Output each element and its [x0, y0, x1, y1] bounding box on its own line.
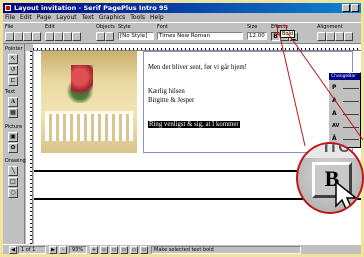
toolbar-group-alignment: Alignment [317, 24, 343, 30]
menu-page[interactable]: Page [37, 13, 52, 22]
toolbar-group-objects: Objects [96, 24, 115, 30]
table-tool-icon[interactable]: ▦ [8, 108, 18, 118]
tools-label-picture: Picture [5, 124, 23, 130]
size-select[interactable]: 12.00 [247, 32, 267, 40]
rotate-tool-icon[interactable]: ↺ [8, 65, 18, 75]
page-indicator: 1 of 1 [18, 246, 46, 254]
text-frame[interactable]: Men det bliver sent, før vi går hjem! Kæ… [143, 51, 353, 153]
menu-tools[interactable]: Tools [130, 13, 145, 22]
maximize-button[interactable] [351, 4, 359, 12]
align-center-button[interactable] [326, 32, 335, 41]
app-window: Layout invitation - Serif PagePlus Intro… [3, 3, 361, 254]
box-tool-icon[interactable]: □ [8, 177, 18, 187]
view-spread-icon[interactable]: ▭ [120, 246, 128, 254]
view-page-icon[interactable]: ▭ [110, 246, 118, 254]
text-line-4-selected: Ring venligst & sig, at I kommer [148, 121, 240, 128]
changebar-slider-2[interactable] [343, 101, 359, 102]
objects-button-1[interactable] [96, 32, 105, 41]
zoom-magnifier: ITC B [296, 142, 364, 214]
window-controls [342, 4, 359, 12]
horizontal-ruler[interactable] [33, 44, 361, 51]
line-tool-icon[interactable]: ╲ [8, 166, 18, 176]
text-line-2: Kærlig hilsen [148, 88, 185, 95]
prev-page-button[interactable]: ◀ [9, 246, 17, 254]
tools-label-text: Text [5, 89, 16, 95]
changebar-row-1: P [332, 84, 337, 91]
text-line-3: Birgitte & Jesper [148, 97, 195, 104]
text-tool-icon[interactable]: A [8, 97, 18, 107]
toolbar-group-style: Style [118, 24, 131, 30]
bold-tooltip: Bold [280, 30, 296, 38]
open-button[interactable] [14, 32, 23, 41]
mouse-pointer-icon [335, 180, 359, 212]
view-master-icon[interactable]: ▭ [140, 246, 148, 254]
changebar-row-2: A [332, 97, 337, 104]
print-button[interactable] [32, 32, 41, 41]
style-select[interactable]: [No Style] [118, 32, 154, 40]
window-title: Layout invitation - Serif PagePlus Intro… [14, 4, 169, 12]
ellipse-tool-icon[interactable]: ○ [8, 188, 18, 198]
save-button[interactable] [23, 32, 32, 41]
menu-layout[interactable]: Layout [56, 13, 76, 22]
changebar-row-4: AV [332, 123, 340, 129]
new-document-button[interactable] [5, 32, 14, 41]
changebar-panel: ChangeBar P A A AV Ā [328, 72, 361, 148]
zoom-partial-text: ITC [324, 142, 350, 156]
minimize-button[interactable] [342, 4, 350, 12]
justify-button[interactable] [344, 32, 353, 41]
view-full-icon[interactable]: ▭ [130, 246, 138, 254]
pointer-tool-icon[interactable]: ↖ [8, 54, 18, 64]
menu-file[interactable]: File [5, 13, 15, 22]
objects-button-2[interactable] [105, 32, 114, 41]
picture-import-icon[interactable]: ✿ [8, 143, 18, 153]
cut-button[interactable] [45, 32, 54, 41]
toolbar-group-file: File [5, 24, 14, 30]
menu-bar: File Edit Page Layout Text Graphics Tool… [3, 13, 361, 22]
tools-label-pointer: Pointer [5, 46, 23, 52]
changebar-slider-1[interactable] [343, 88, 359, 89]
undo-button[interactable] [72, 32, 81, 41]
photo-balustrade [45, 111, 133, 141]
zoom-in-icon[interactable]: + [90, 246, 98, 254]
align-left-button[interactable] [317, 32, 326, 41]
status-message: Make selected text bold [151, 246, 301, 254]
align-right-button[interactable] [335, 32, 344, 41]
zoom-out-icon[interactable]: - [59, 246, 67, 254]
changebar-row-3: A [332, 110, 337, 117]
changebar-slider-3[interactable] [343, 114, 359, 115]
title-bar: Layout invitation - Serif PagePlus Intro… [3, 3, 361, 13]
menu-text[interactable]: Text [82, 13, 94, 22]
picture-tool-icon[interactable]: ▣ [8, 132, 18, 142]
zoom-topbar: ITC [298, 142, 362, 158]
vertical-ruler[interactable] [26, 51, 33, 244]
next-page-button[interactable]: ▶ [49, 246, 57, 254]
toolbar: File Edit Objects Style Font Size Effect… [3, 22, 361, 44]
toolbar-group-edit: Edit [45, 24, 55, 30]
tools-label-drawing: Drawing [5, 158, 26, 164]
font-select[interactable]: Times New Roman [157, 32, 243, 40]
menu-graphics[interactable]: Graphics [99, 13, 126, 22]
copy-button[interactable] [54, 32, 63, 41]
flower-photo[interactable] [41, 51, 137, 153]
toolbar-group-size: Size [247, 24, 258, 30]
changebar-row-5: Ā [332, 135, 337, 142]
menu-help[interactable]: Help [150, 13, 164, 22]
tools-sidebar: Pointer ↖ ↺ ⊏ Text A ▦ Picture ▣ ✿ Drawi… [3, 44, 26, 244]
paste-button[interactable] [63, 32, 72, 41]
changebar-title: ChangeBar [329, 73, 360, 80]
changebar-slider-5[interactable] [343, 139, 359, 140]
changebar-slider-4[interactable] [343, 127, 359, 128]
text-line-1: Men det bliver sent, før vi går hjem! [148, 64, 247, 71]
zoom-level[interactable]: 93% [69, 246, 87, 254]
zoom-fit-icon[interactable]: ▫ [100, 246, 108, 254]
toolbar-group-font: Font [157, 24, 168, 30]
crop-tool-icon[interactable]: ⊏ [8, 76, 18, 86]
status-bar: ◀ 1 of 1 ▶ - 93% + ▫ ▭ ▭ ▭ ▭ Make select… [3, 244, 361, 254]
menu-edit[interactable]: Edit [20, 13, 32, 22]
photo-flower [71, 65, 93, 99]
app-icon [5, 5, 11, 11]
